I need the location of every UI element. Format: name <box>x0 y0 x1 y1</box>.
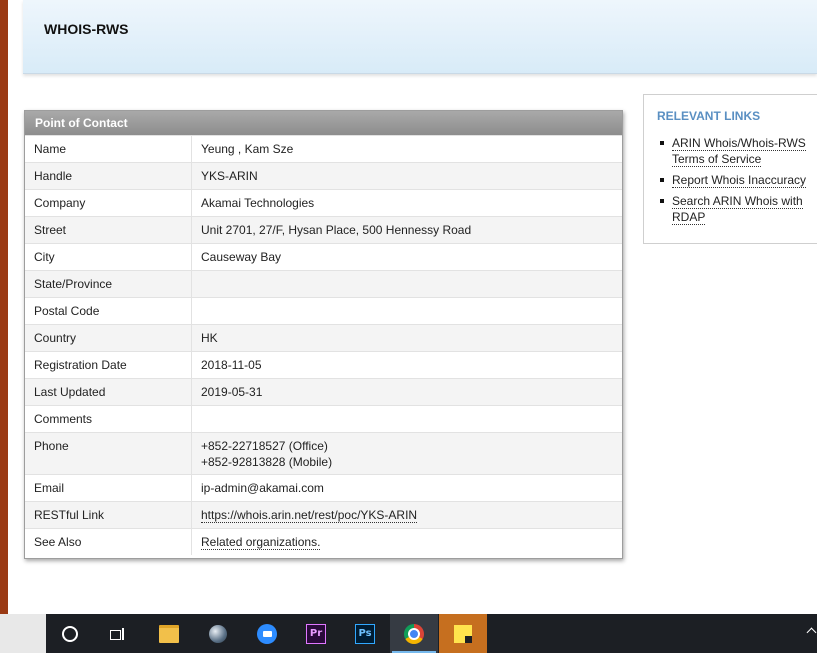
row-label-country: Country <box>25 324 192 352</box>
photoshop-button[interactable]: Ps <box>341 614 389 653</box>
premiere-pro-icon: Pr <box>306 623 326 644</box>
search-rdap-link[interactable]: Search ARIN Whois with RDAP <box>672 194 803 225</box>
photoshop-icon: Ps <box>355 623 375 644</box>
chrome-icon <box>404 623 424 644</box>
row-label-city: City <box>25 243 192 271</box>
row-label-company: Company <box>25 189 192 217</box>
row-value-email: ip-admin@akamai.com <box>191 474 622 502</box>
row-label-postal-code: Postal Code <box>25 297 192 325</box>
restful-link[interactable]: https://whois.arin.net/rest/poc/YKS-ARIN <box>201 508 418 523</box>
file-explorer-button[interactable] <box>145 614 193 653</box>
row-label-restful-link: RESTful Link <box>25 501 192 529</box>
row-label-email: Email <box>25 474 192 502</box>
row-label-street: Street <box>25 216 192 244</box>
table-row: Country HK <box>25 324 622 352</box>
row-label-comments: Comments <box>25 405 192 433</box>
phone-office: +852-22718527 (Office) <box>201 439 328 453</box>
row-value-state <box>191 270 622 298</box>
row-value-name: Yeung , Kam Sze <box>191 135 622 163</box>
list-item: Report Whois Inaccuracy <box>658 172 817 188</box>
row-label-phone: Phone <box>25 432 192 475</box>
list-item: ARIN Whois/Whois-RWS Terms of Service <box>658 135 817 167</box>
table-row: Comments <box>25 405 622 433</box>
sticky-notes-button[interactable] <box>439 614 487 653</box>
contact-table: Name Yeung , Kam Sze Handle YKS-ARIN Com… <box>25 135 622 555</box>
report-inaccuracy-link[interactable]: Report Whois Inaccuracy <box>672 173 807 188</box>
table-row: Registration Date 2018-11-05 <box>25 351 622 379</box>
task-view-icon <box>110 627 126 640</box>
table-row: State/Province <box>25 270 622 298</box>
table-row: See Also Related organizations. <box>25 528 622 555</box>
table-row: Handle YKS-ARIN <box>25 162 622 190</box>
table-row: Last Updated 2019-05-31 <box>25 378 622 406</box>
premiere-pro-button[interactable]: Pr <box>292 614 340 653</box>
chrome-button[interactable] <box>390 614 438 653</box>
relevant-links-title: RELEVANT LINKS <box>657 109 761 123</box>
row-value-country: HK <box>191 324 622 352</box>
globe-app-button[interactable] <box>194 614 242 653</box>
left-border-stripe <box>0 0 8 614</box>
row-value-street: Unit 2701, 27/F, Hysan Place, 500 Hennes… <box>191 216 622 244</box>
relevant-links-list: ARIN Whois/Whois-RWS Terms of Service Re… <box>658 135 817 230</box>
table-row: Company Akamai Technologies <box>25 189 622 217</box>
sticky-notes-icon <box>454 624 472 643</box>
row-label-registration-date: Registration Date <box>25 351 192 379</box>
cortana-icon <box>62 625 78 642</box>
row-label-state: State/Province <box>25 270 192 298</box>
table-row: Name Yeung , Kam Sze <box>25 135 622 163</box>
point-of-contact-panel: Point of Contact Name Yeung , Kam Sze Ha… <box>24 110 623 559</box>
row-label-see-also: See Also <box>25 528 192 555</box>
row-value-last-updated: 2019-05-31 <box>191 378 622 406</box>
relevant-links-panel: RELEVANT LINKS ARIN Whois/Whois-RWS Term… <box>643 94 817 244</box>
zoom-icon <box>257 623 277 644</box>
row-value-restful-link: https://whois.arin.net/rest/poc/YKS-ARIN <box>191 501 622 529</box>
row-value-phone: +852-22718527 (Office) +852-92813828 (Mo… <box>191 432 622 475</box>
table-row: RESTful Link https://whois.arin.net/rest… <box>25 501 622 529</box>
row-value-registration-date: 2018-11-05 <box>191 351 622 379</box>
related-organizations-link[interactable]: Related organizations. <box>201 535 321 550</box>
table-row: Phone +852-22718527 (Office) +852-928138… <box>25 432 622 475</box>
phone-mobile: +852-92813828 (Mobile) <box>201 455 333 469</box>
file-explorer-icon <box>159 624 179 643</box>
table-row: Email ip-admin@akamai.com <box>25 474 622 502</box>
globe-app-icon <box>209 624 227 643</box>
show-hidden-icons-icon[interactable] <box>806 627 817 638</box>
cortana-button[interactable] <box>46 614 94 653</box>
panel-title: Point of Contact <box>25 111 622 135</box>
zoom-button[interactable] <box>243 614 291 653</box>
list-item: Search ARIN Whois with RDAP <box>658 193 817 225</box>
row-value-city: Causeway Bay <box>191 243 622 271</box>
header-banner: WHOIS-RWS <box>23 0 817 74</box>
terms-of-service-link[interactable]: ARIN Whois/Whois-RWS Terms of Service <box>672 136 806 167</box>
table-row: Postal Code <box>25 297 622 325</box>
taskbar: Pr Ps <box>0 614 817 653</box>
table-row: City Causeway Bay <box>25 243 622 271</box>
row-label-name: Name <box>25 135 192 163</box>
row-value-comments <box>191 405 622 433</box>
row-label-handle: Handle <box>25 162 192 190</box>
page-gutter <box>8 0 23 614</box>
row-value-see-also: Related organizations. <box>191 528 622 555</box>
start-area[interactable] <box>0 614 46 653</box>
task-view-button[interactable] <box>94 614 142 653</box>
row-value-postal-code <box>191 297 622 325</box>
row-label-last-updated: Last Updated <box>25 378 192 406</box>
row-value-company: Akamai Technologies <box>191 189 622 217</box>
row-value-handle: YKS-ARIN <box>191 162 622 190</box>
page-title: WHOIS-RWS <box>44 21 129 37</box>
table-row: Street Unit 2701, 27/F, Hysan Place, 500… <box>25 216 622 244</box>
